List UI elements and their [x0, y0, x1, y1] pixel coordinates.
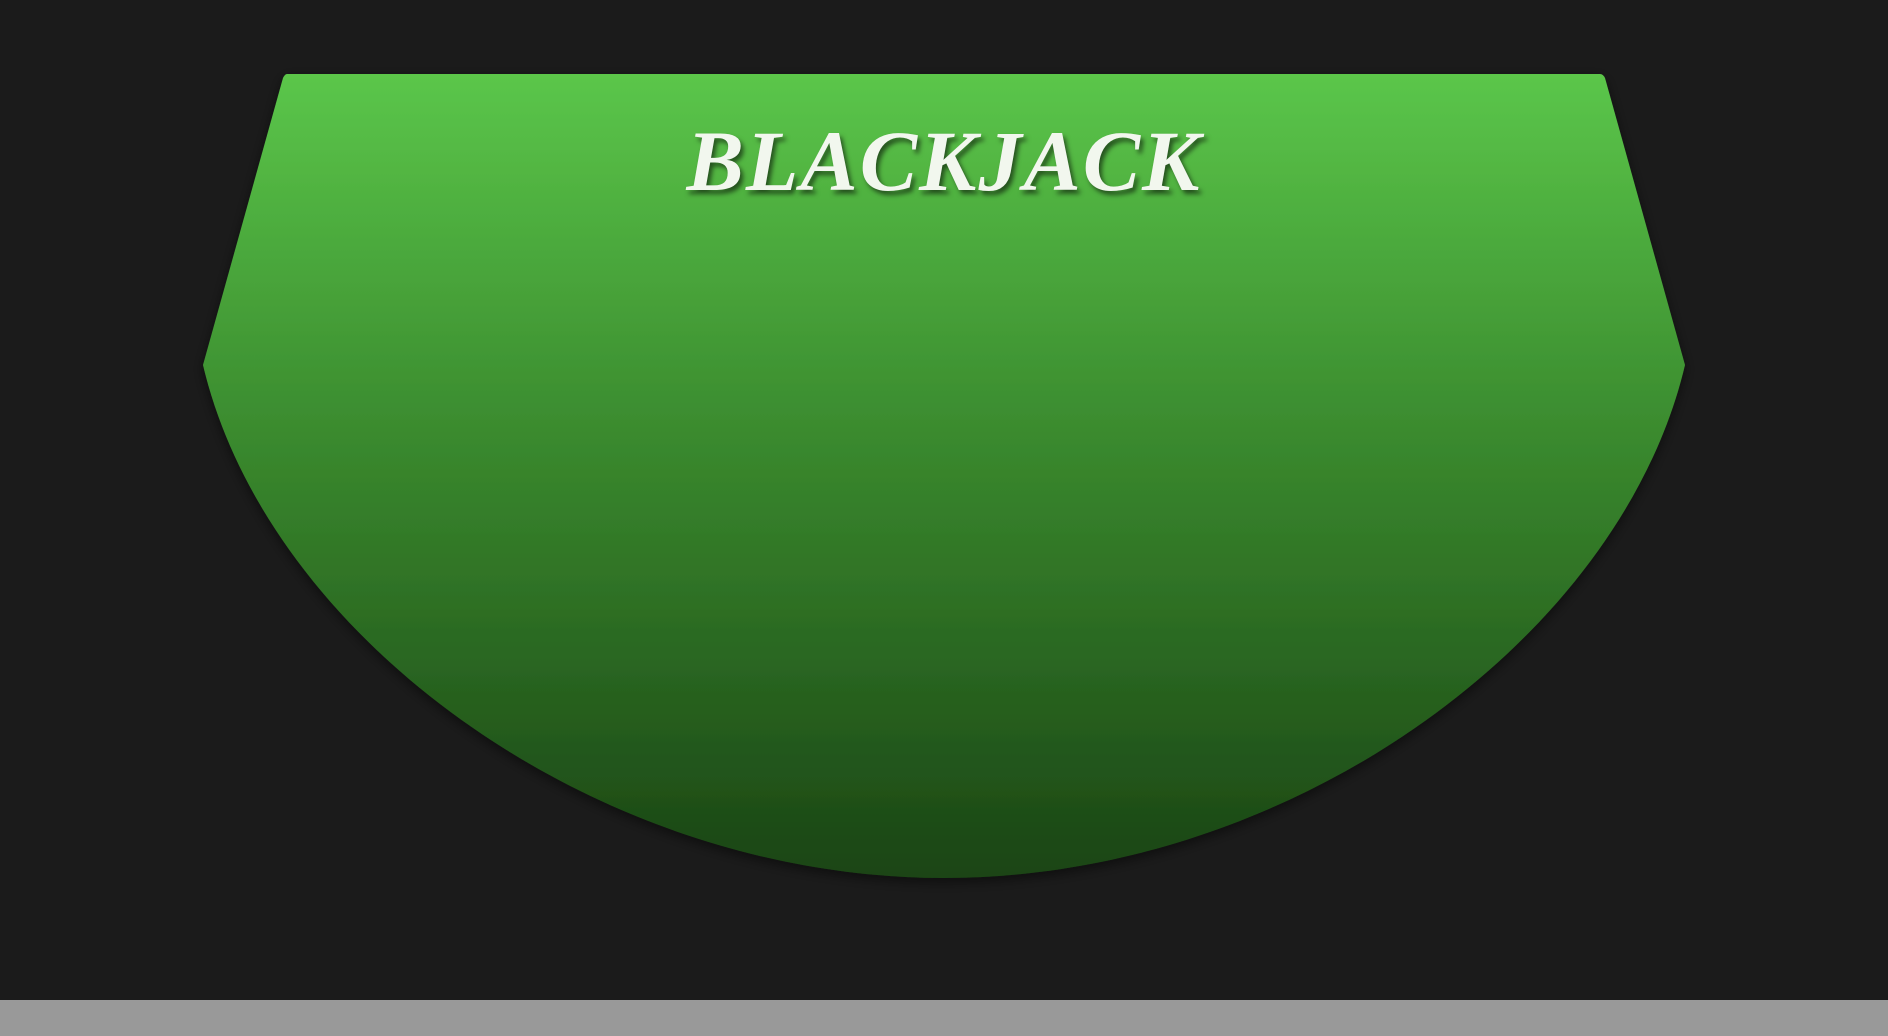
footer-bar: [0, 1000, 1888, 1036]
game-title: BLACKJACK: [686, 113, 1202, 209]
game-stage: BLACKJACK: [0, 0, 1888, 1000]
